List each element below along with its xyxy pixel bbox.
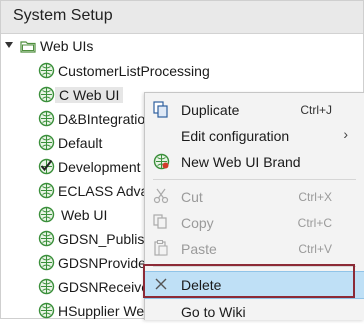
tree-item-label: Development bbox=[58, 159, 141, 175]
tree-item-label: GDSNReceive bbox=[58, 279, 150, 295]
menu-item-label: Cut bbox=[181, 189, 203, 205]
menu-separator bbox=[153, 266, 356, 267]
tree-item-label: C Web UI bbox=[55, 87, 124, 103]
menu-item-copy[interactable]: Copy Ctrl+C bbox=[145, 210, 364, 236]
tree-item-label: Web UI bbox=[61, 207, 108, 223]
menu-item-cut[interactable]: Cut Ctrl+X bbox=[145, 184, 364, 210]
web-ui-icon bbox=[38, 254, 55, 274]
web-ui-icon bbox=[38, 86, 55, 106]
expand-triangle-icon[interactable] bbox=[5, 42, 13, 48]
tree-item-label: ECLASS Adva bbox=[58, 183, 149, 199]
menu-item-label: Paste bbox=[181, 241, 217, 257]
menu-item-label: Delete bbox=[181, 277, 222, 293]
menu-shortcut: Ctrl+X bbox=[298, 190, 332, 204]
menu-item-new-web-ui-brand[interactable]: New Web UI Brand bbox=[145, 149, 364, 175]
paste-icon bbox=[153, 240, 169, 259]
web-ui-check-icon bbox=[38, 158, 55, 178]
panel-header: System Setup bbox=[1, 1, 363, 34]
duplicate-icon bbox=[153, 101, 169, 122]
menu-shortcut: Ctrl+V bbox=[298, 242, 332, 256]
web-ui-icon bbox=[38, 230, 55, 250]
menu-shortcut: Ctrl+J bbox=[300, 103, 332, 117]
menu-separator bbox=[153, 179, 356, 180]
web-ui-icon bbox=[38, 302, 55, 322]
web-ui-icon bbox=[38, 278, 55, 298]
tree-item-label: Default bbox=[58, 135, 103, 151]
web-ui-icon bbox=[38, 182, 55, 202]
menu-item-label: Duplicate bbox=[181, 102, 240, 118]
delete-x-icon bbox=[153, 276, 169, 295]
web-ui-icon bbox=[38, 134, 55, 154]
tree-item-label: D&BIntegratio bbox=[58, 111, 146, 127]
web-ui-icon bbox=[38, 110, 55, 130]
panel-title: System Setup bbox=[13, 7, 113, 24]
tree-root-label: Web UIs bbox=[40, 38, 94, 54]
menu-item-label: Edit configuration bbox=[181, 128, 290, 144]
tree-node-web-uis[interactable]: Web UIs bbox=[0, 34, 362, 58]
tree-item-label: GDSNProvide bbox=[58, 255, 146, 271]
menu-item-duplicate[interactable]: Duplicate Ctrl+J bbox=[145, 97, 364, 123]
menu-item-label: Go to Wiki bbox=[181, 304, 246, 320]
scissors-icon bbox=[153, 188, 169, 207]
tree-item-label: GDSN_Publish bbox=[58, 231, 153, 247]
menu-item-delete[interactable]: Delete bbox=[144, 271, 364, 299]
tree-item-label: HSupplier We bbox=[58, 303, 145, 319]
menu-item-paste[interactable]: Paste Ctrl+V bbox=[145, 236, 364, 262]
menu-item-label: Copy bbox=[181, 215, 214, 231]
web-ui-icon bbox=[38, 206, 55, 226]
web-ui-brand-icon bbox=[153, 153, 170, 173]
copy-icon bbox=[153, 214, 169, 233]
submenu-arrow-icon: › bbox=[343, 126, 348, 142]
menu-item-go-to-wiki[interactable]: Go to Wiki bbox=[145, 299, 364, 325]
tree-item[interactable]: CustomerListProcessing bbox=[0, 59, 362, 83]
context-menu: Duplicate Ctrl+J Edit configuration › Ne… bbox=[144, 92, 364, 320]
menu-shortcut: Ctrl+C bbox=[297, 216, 332, 230]
web-ui-icon bbox=[38, 62, 55, 82]
menu-item-label: New Web UI Brand bbox=[181, 154, 301, 170]
tree-item-label: CustomerListProcessing bbox=[58, 63, 210, 79]
folder-icon bbox=[20, 39, 36, 56]
menu-item-edit-configuration[interactable]: Edit configuration › bbox=[145, 123, 364, 149]
